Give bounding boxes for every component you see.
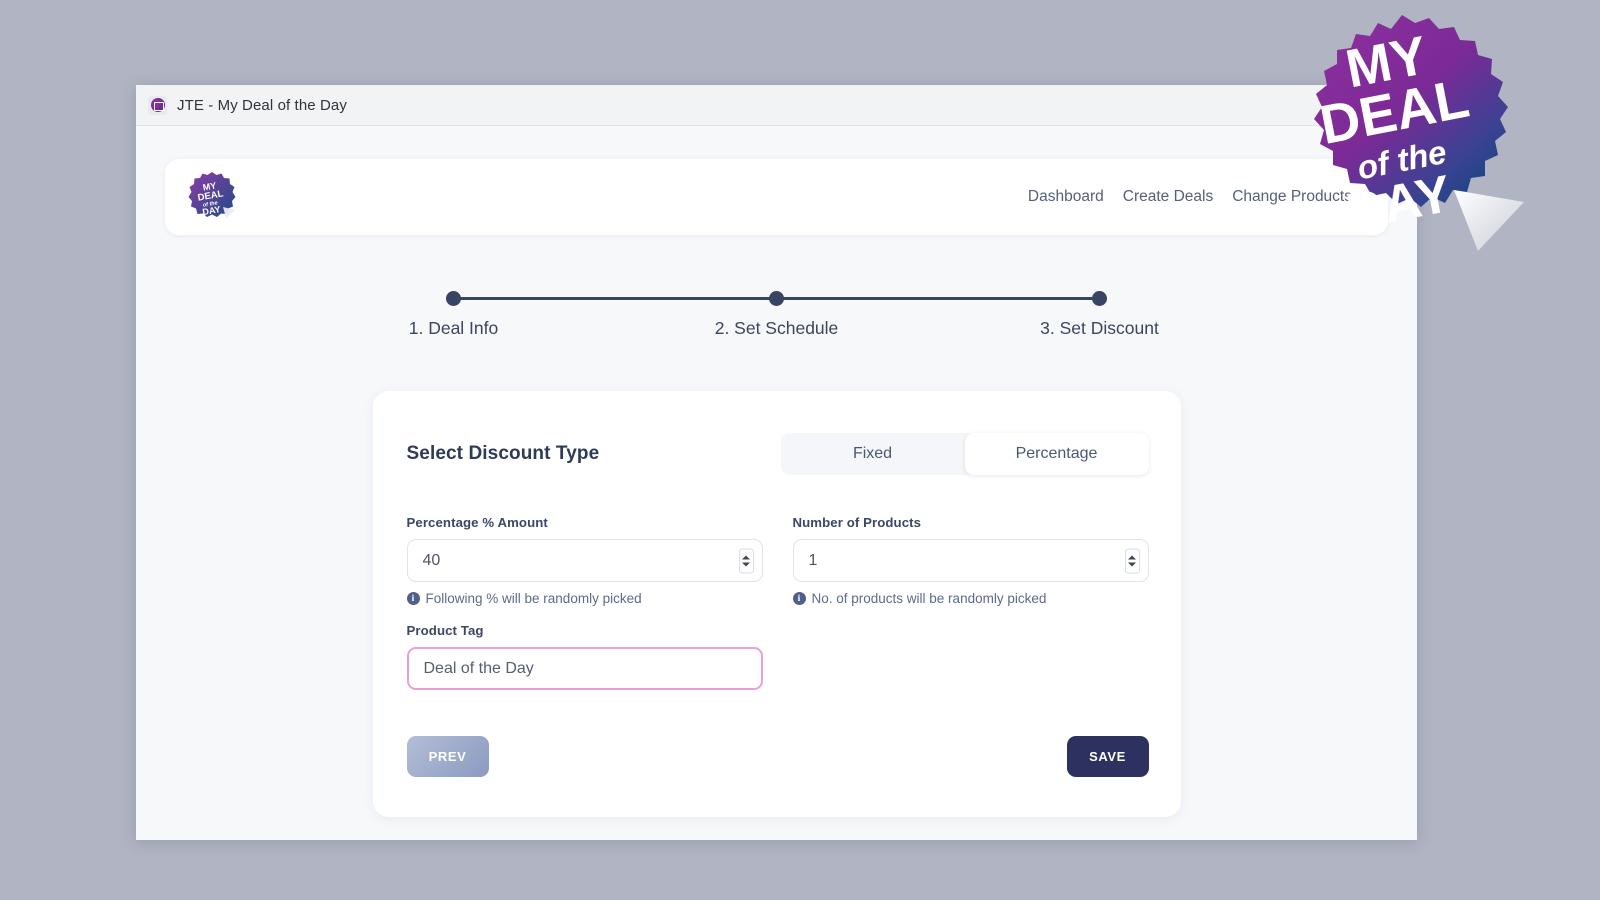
percentage-amount-hint: i Following % will be randomly picked <box>407 591 763 606</box>
field-number-of-products: Number of Products i No. of products wil… <box>793 515 1149 606</box>
app-page: MY DEAL of the DAY Dashboard Create Deal… <box>136 126 1417 840</box>
form-fields: Percentage % Amount i Following % will b… <box>407 515 1149 707</box>
chevron-up-icon[interactable] <box>1128 555 1136 559</box>
nav-link-create-deals[interactable]: Create Deals <box>1123 188 1213 206</box>
brand-logo-icon[interactable]: MY DEAL of the DAY <box>187 171 237 223</box>
info-icon: i <box>407 592 420 605</box>
percentage-amount-input[interactable] <box>407 539 763 582</box>
percentage-amount-stepper[interactable] <box>739 548 754 573</box>
number-of-products-stepper[interactable] <box>1125 548 1140 573</box>
discount-form-card: Select Discount Type Fixed Percentage Pe… <box>373 391 1181 817</box>
nav-links: Dashboard Create Deals Change Products <box>1028 188 1352 206</box>
step-label: 3. Set Discount <box>1040 318 1159 339</box>
nav-link-dashboard[interactable]: Dashboard <box>1028 188 1104 206</box>
step-dot-icon <box>769 291 784 306</box>
field-product-tag: Product Tag <box>407 623 763 690</box>
app-favicon <box>148 96 167 115</box>
card-header: Select Discount Type Fixed Percentage <box>407 433 1149 475</box>
toggle-option-fixed[interactable]: Fixed <box>781 433 965 475</box>
browser-window: JTE - My Deal of the Day MY DEAL <box>136 85 1417 840</box>
percentage-amount-label: Percentage % Amount <box>407 515 763 530</box>
toggle-option-percentage[interactable]: Percentage <box>965 433 1149 475</box>
number-of-products-hint-text: No. of products will be randomly picked <box>812 591 1047 606</box>
step-label: 1. Deal Info <box>409 318 499 339</box>
browser-titlebar: JTE - My Deal of the Day <box>136 85 1417 126</box>
field-percentage-amount: Percentage % Amount i Following % will b… <box>407 515 763 606</box>
field-spacer <box>793 623 1149 707</box>
percentage-amount-hint-text: Following % will be randomly picked <box>426 591 642 606</box>
save-button[interactable]: SAVE <box>1067 736 1149 777</box>
chevron-down-icon[interactable] <box>1128 562 1136 566</box>
window-title: JTE - My Deal of the Day <box>177 97 347 114</box>
card-actions: PREV SAVE <box>407 736 1149 777</box>
prev-button[interactable]: PREV <box>407 736 489 777</box>
card-title: Select Discount Type <box>407 443 600 465</box>
step-dot-icon <box>446 291 461 306</box>
number-of-products-label: Number of Products <box>793 515 1149 530</box>
info-icon: i <box>793 592 806 605</box>
number-of-products-input[interactable] <box>793 539 1149 582</box>
wizard-stepper: 1. Deal Info 2. Set Schedule 3. Set Disc… <box>454 291 1100 339</box>
chevron-down-icon[interactable] <box>742 562 750 566</box>
step-dot-icon <box>1092 291 1107 306</box>
step-label: 2. Set Schedule <box>715 318 839 339</box>
top-navbar: MY DEAL of the DAY Dashboard Create Deal… <box>165 159 1388 235</box>
discount-type-toggle[interactable]: Fixed Percentage <box>781 433 1149 475</box>
nav-link-change-products[interactable]: Change Products <box>1232 188 1352 206</box>
product-tag-input[interactable] <box>407 647 763 690</box>
chevron-up-icon[interactable] <box>742 555 750 559</box>
number-of-products-hint: i No. of products will be randomly picke… <box>793 591 1149 606</box>
product-tag-label: Product Tag <box>407 623 763 638</box>
